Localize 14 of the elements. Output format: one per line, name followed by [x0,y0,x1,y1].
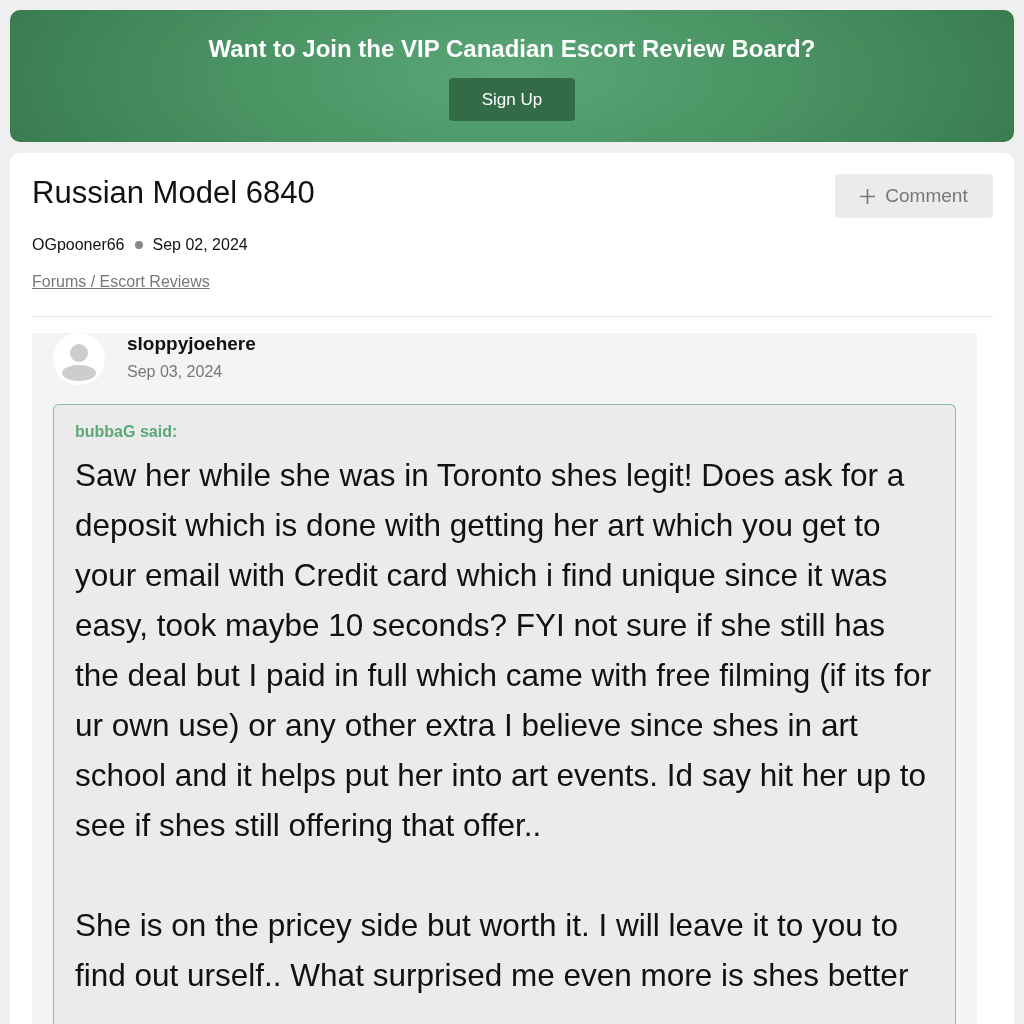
plus-icon [860,188,876,204]
quote-attribution: bubbaG said: [75,422,179,442]
breadcrumb-link[interactable]: Forums / Escort Reviews [32,272,210,292]
thread-author: OGpooner66 [32,235,125,255]
quote-paragraph: Saw her while she was in Toronto shes legit! Does ask for a deposit which is done with getting her art which you get to your email with Credit card which i find unique since it was easy, took maybe 10 seconds? FYI not sure if she still has the deal but I paid in full which came with free filming (if its for ur own use) or any other extra I believe since shes in art school and it helps put her into art events. Id say hit her up to see if shes still offering that offer.. [75,456,933,845]
banner-title: Want to Join the VIP Canadian Escort Review Board? [207,34,817,63]
thread-date: Sep 02, 2024 [152,235,248,255]
quote-paragraph: She is on the pricey side but worth it. I will leave it to you to find out urself.. What surprised me even more is shes better [75,906,910,995]
separator-dot-icon [134,241,143,249]
thread-title: Russian Model 6840 [32,174,315,211]
comment-button[interactable]: Comment [835,174,993,218]
sign-up-button[interactable]: Sign Up [449,78,575,121]
post-username: sloppyjoehere [127,333,256,355]
post-date: Sep 03, 2024 [127,362,224,382]
